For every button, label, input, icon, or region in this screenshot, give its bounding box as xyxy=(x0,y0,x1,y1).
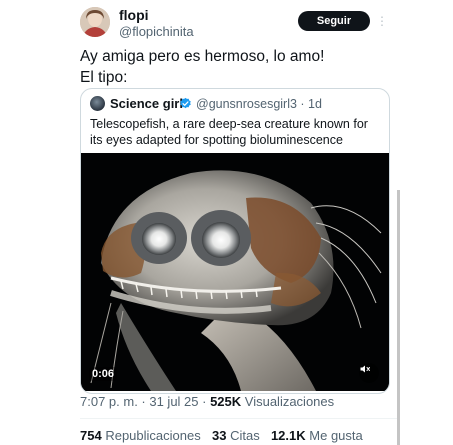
quoted-tweet-text: Telescopefish, a rare deep-sea creature … xyxy=(90,116,382,148)
tweet-timestamp[interactable]: 7:07 p. m. · 31 jul 25 · xyxy=(80,394,210,409)
video-duration: 0:06 xyxy=(89,367,118,381)
speaker-muted-icon[interactable] xyxy=(359,363,379,383)
video-player[interactable]: 0:06 xyxy=(81,153,389,391)
views-label: Visualizaciones xyxy=(241,394,335,409)
divider xyxy=(80,418,398,419)
quoted-tweet-card[interactable]: Science girl @gunsnrosesgirl3 · 1d Teles… xyxy=(80,88,390,394)
verified-badge-icon xyxy=(180,97,191,109)
author-handle[interactable]: @flopichinita xyxy=(119,24,194,39)
reposts-label[interactable]: Republicaciones xyxy=(105,428,200,443)
quoted-text-line: Telescopefish, a rare deep-sea creature … xyxy=(90,117,368,131)
author-avatar[interactable] xyxy=(80,7,110,37)
quotes-label[interactable]: Citas xyxy=(230,428,260,443)
tweet-text: Ay amiga pero es hermoso, lo amo! El tip… xyxy=(80,46,400,88)
follow-button[interactable]: Seguir xyxy=(298,11,370,31)
views-count: 525K xyxy=(210,394,242,409)
quoted-text-line: its eyes adapted for spotting biolumines… xyxy=(90,133,343,147)
author-display-name[interactable]: flopi xyxy=(119,7,149,23)
tweet-text-line: El tipo: xyxy=(80,69,128,86)
reposts-count[interactable]: 754 xyxy=(80,428,102,443)
scrollbar-thumb[interactable] xyxy=(397,190,400,445)
quoted-author-handle[interactable]: @gunsnrosesgirl3 · 1d xyxy=(196,97,322,111)
tweet-view: flopi @flopichinita Seguir ⋮ Ay amiga pe… xyxy=(0,0,453,445)
quoted-author-avatar[interactable] xyxy=(90,96,105,111)
more-options-icon[interactable]: ⋮ xyxy=(376,11,388,31)
tweet-stats: 754 Republicaciones 33 Citas 12.1K Me gu… xyxy=(80,428,363,443)
tweet-text-line: Ay amiga pero es hermoso, lo amo! xyxy=(80,48,325,65)
likes-label[interactable]: Me gusta xyxy=(309,428,362,443)
likes-count[interactable]: 12.1K xyxy=(271,428,306,443)
tweet-meta: 7:07 p. m. · 31 jul 25 · 525K Visualizac… xyxy=(80,394,334,409)
quotes-count[interactable]: 33 xyxy=(212,428,226,443)
telescopefish-video-frame xyxy=(81,153,389,391)
quoted-author-name[interactable]: Science girl xyxy=(110,96,183,111)
